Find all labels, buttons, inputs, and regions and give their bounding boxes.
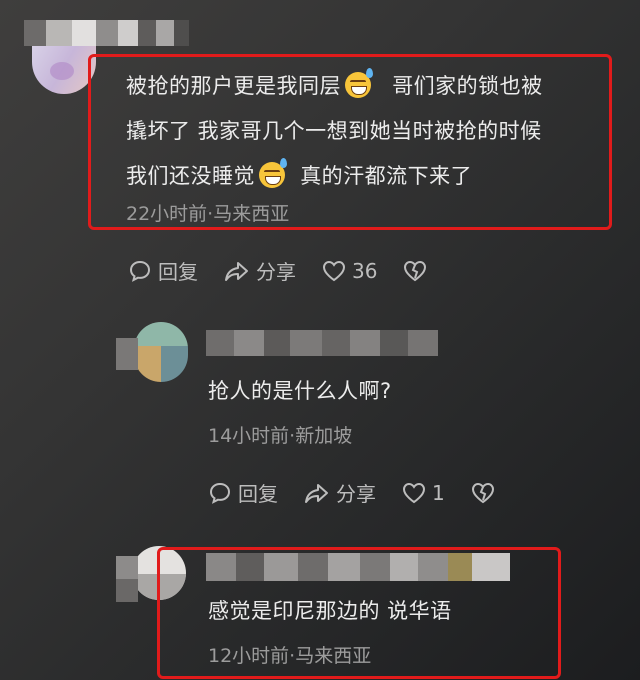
share-icon (305, 483, 328, 503)
comment-actions: 回复 分享 36 (128, 256, 459, 285)
comment-actions: 回复 分享 1 (208, 478, 527, 507)
share-label: 分享 (256, 260, 296, 284)
dislike-button[interactable] (403, 260, 433, 282)
pixel-column (116, 556, 138, 602)
share-button[interactable]: 分享 (224, 256, 296, 285)
reply-icon (209, 482, 231, 504)
dislike-heart-icon (404, 260, 427, 281)
reply-icon (129, 260, 151, 282)
username-pixelated[interactable] (24, 20, 189, 46)
comment-meta: 14小时前·新加坡 (208, 425, 353, 447)
like-count: 36 (352, 258, 378, 283)
share-icon (225, 261, 248, 281)
dislike-heart-icon (471, 482, 494, 503)
share-button[interactable]: 分享 (304, 478, 376, 507)
like-count: 1 (432, 480, 445, 505)
avatar[interactable] (32, 40, 96, 94)
avatar[interactable] (134, 322, 188, 382)
heart-icon (322, 260, 346, 281)
like-button[interactable]: 1 (402, 481, 445, 505)
heart-icon (402, 482, 426, 503)
username-pixelated[interactable] (206, 330, 438, 356)
pixel-block (116, 338, 138, 370)
comment-text: 抢人的是什么人啊? (208, 379, 392, 403)
highlight-box (88, 54, 612, 230)
like-button[interactable]: 36 (322, 259, 377, 283)
highlight-box (157, 547, 561, 679)
share-label: 分享 (336, 482, 376, 506)
dislike-button[interactable] (471, 482, 501, 504)
reply-button[interactable]: 回复 (208, 478, 278, 507)
reply-label: 回复 (238, 482, 278, 506)
reply-label: 回复 (158, 260, 198, 284)
reply-button[interactable]: 回复 (128, 256, 198, 285)
